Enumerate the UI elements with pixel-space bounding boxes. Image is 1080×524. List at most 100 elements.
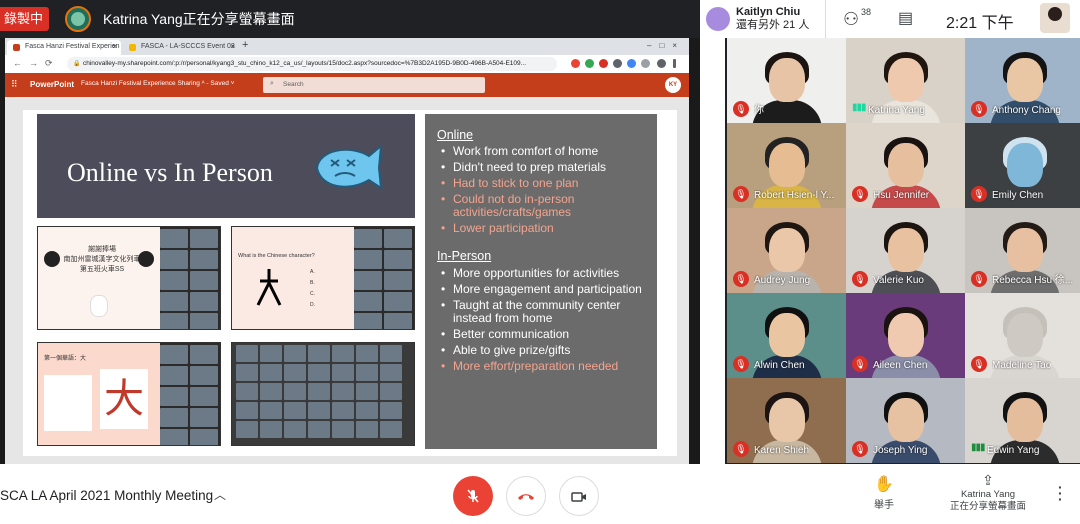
participant-name: Karen Shieh <box>754 445 810 456</box>
browser-tabstrip: Fasca Hanzi Festival Experien × FASCA - … <box>5 38 689 55</box>
speaking-icon: ▮▮▮ <box>971 442 986 453</box>
phone-hangup-icon <box>518 494 534 500</box>
raise-hand-button[interactable]: ✋ 舉手 <box>866 474 902 511</box>
browser-tab-1[interactable]: Fasca Hanzi Festival Experien × <box>7 40 121 55</box>
participant-name: Emily Chen <box>992 190 1044 201</box>
document-title[interactable]: Fasca Hanzi Festival Experience Sharing … <box>81 80 234 87</box>
participant-tile[interactable]: 🎙 Robert Hsien-l Y... <box>727 123 846 208</box>
camera-icon <box>571 492 586 502</box>
chat-button[interactable]: ▤ <box>898 8 913 28</box>
person-face <box>888 398 924 442</box>
person-face <box>888 228 924 272</box>
list-item: More engagement and participation <box>437 283 645 297</box>
mic-off-icon: 🎙 <box>852 356 868 372</box>
bear-icon <box>138 251 154 267</box>
app-launcher-icon[interactable]: ⠿ <box>11 79 21 89</box>
participant-name: Hsu Jennifer <box>873 190 930 201</box>
close-icon[interactable]: × <box>112 42 117 51</box>
window-controls[interactable]: –□× <box>647 41 685 50</box>
extension-icon[interactable] <box>585 59 594 68</box>
video-grid <box>354 229 412 329</box>
participant-tile[interactable]: 🎙 Emily Chen <box>965 123 1080 208</box>
mic-off-icon: 🎙 <box>733 356 749 372</box>
character-card: 大 <box>100 369 148 429</box>
participant-tile[interactable]: 🎙 Rebecca Hsu 徐... <box>965 208 1080 293</box>
participant-tile[interactable]: 🎙 Aileen Chen <box>846 293 965 378</box>
person-face <box>1007 228 1043 272</box>
address-bar[interactable]: 🔒 chinovalley-my.sharepoint.com/:p:/r/pe… <box>67 57 557 71</box>
list-item: Taught at the community center instead f… <box>437 299 645 325</box>
screenshot-thumbnail <box>231 342 415 446</box>
new-tab-button[interactable]: + <box>242 39 248 51</box>
list-item: Lower participation <box>437 222 645 236</box>
inperson-heading: In-Person <box>437 249 492 263</box>
user-avatar[interactable]: KY <box>665 77 681 93</box>
shared-screen: Fasca Hanzi Festival Experien × FASCA - … <box>0 38 700 464</box>
thumbnail-text: 謝謝捧場 南加州雷城漢字文化列車 第五班火車SS <box>63 246 141 273</box>
control-bar: SCA LA April 2021 Monthly Meeting ︿ ✋ 舉手 <box>0 464 1080 524</box>
participant-tile[interactable]: ▮▮▮ Katrina Yang <box>846 38 965 123</box>
person-face <box>769 228 805 272</box>
participant-name: Anthony Chang <box>992 105 1061 116</box>
participant-name: Katrina Yang <box>868 105 925 116</box>
screenshot-thumbnail: 謝謝捧場 南加州雷城漢字文化列車 第五班火車SS <box>37 226 221 330</box>
chevron-up-icon[interactable]: ︿ <box>214 486 226 503</box>
participant-grid: 🎙 你 ▮▮▮ Katrina Yang 🎙 Anthony Chang 🎙 Robert H… <box>725 38 1080 464</box>
presenting-label: 正在分享螢幕畫面 <box>949 501 1026 512</box>
close-icon[interactable]: × <box>230 42 235 51</box>
participant-name: Valerie Kuo <box>873 275 924 286</box>
extension-icon[interactable] <box>613 59 622 68</box>
online-heading: Online <box>437 128 474 142</box>
browser-tab-2[interactable]: FASCA - LA-SCCCS Event 03 × <box>123 40 239 55</box>
more-options-icon[interactable]: · · · <box>1058 480 1063 506</box>
powerpoint-icon <box>13 44 20 51</box>
bear-icon <box>44 251 60 267</box>
inperson-list: More opportunities for activities More e… <box>437 267 645 374</box>
person-face <box>1007 143 1043 187</box>
thumbnail-text: 第一個華語：大 <box>44 356 87 362</box>
participant-name: Alwin Chen <box>754 360 805 371</box>
mic-off-icon: 🎙 <box>971 356 987 372</box>
self-preview[interactable] <box>1040 3 1070 33</box>
participant-tile[interactable]: 🎙 Madeline Tao <box>965 293 1080 378</box>
slide: Online vs In Person 謝謝捧場 南加州雷城漢字文化列車 第五班… <box>23 110 677 456</box>
slide-title: Online vs In Person <box>67 158 273 187</box>
mic-off-icon: 🎙 <box>733 441 749 457</box>
video-grid <box>160 229 218 329</box>
extension-icon[interactable] <box>627 59 636 68</box>
person-face <box>888 143 924 187</box>
search-input[interactable]: ⌕ Search <box>263 77 485 93</box>
participant-tile[interactable]: 🎙 Karen Shieh <box>727 378 846 463</box>
participant-tile[interactable]: 🎙 Valerie Kuo <box>846 208 965 293</box>
extension-icon[interactable] <box>599 59 608 68</box>
participant-tile[interactable]: 🎙 你 <box>727 38 846 123</box>
participant-name: Joseph Ying <box>873 445 928 456</box>
person-face <box>1007 313 1043 357</box>
leave-call-button[interactable] <box>506 476 546 516</box>
extension-icon[interactable] <box>571 59 580 68</box>
people-button[interactable]: ⚇ 38 <box>843 7 873 29</box>
present-icon: ⇪ <box>982 472 994 488</box>
participant-tile[interactable]: 🎙 Audrey Jung <box>727 208 846 293</box>
presenting-button[interactable]: ⇪ Katrina Yang 正在分享螢幕畫面 <box>944 472 1032 513</box>
participant-tile[interactable]: ▮▮▮ Edwin Yang <box>965 378 1080 463</box>
profile-icon[interactable] <box>657 59 666 68</box>
mic-off-icon: 🎙 <box>733 271 749 287</box>
mic-off-icon: 🎙 <box>971 186 987 202</box>
participant-tile[interactable]: 🎙 Anthony Chang <box>965 38 1080 123</box>
mic-off-button[interactable] <box>453 476 493 516</box>
mic-off-icon <box>467 489 479 503</box>
screenshot-thumbnail: What is the Chinese character? A. B. C. D. <box>231 226 415 330</box>
participant-tile[interactable]: 🎙 Joseph Ying <box>846 378 965 463</box>
self-label: 你 <box>1027 26 1037 37</box>
extension-icon[interactable] <box>641 59 650 68</box>
participant-summary[interactable]: Kaitlyn Chiu 還有另外 21 人 <box>736 6 836 32</box>
participant-name: Edwin Yang <box>987 445 1040 456</box>
menu-icon[interactable] <box>673 59 676 68</box>
camera-button[interactable] <box>559 476 599 516</box>
meeting-header: Kaitlyn Chiu 還有另外 21 人 ⚇ 38 ▤ 2:21 下午 你 <box>700 0 1080 38</box>
powerpoint-header: ⠿ PowerPoint Fasca Hanzi Festival Experi… <box>5 73 689 97</box>
nav-buttons[interactable]: ←→⟳ <box>13 58 60 69</box>
participant-tile[interactable]: 🎙 Alwin Chen <box>727 293 846 378</box>
participant-tile[interactable]: 🎙 Hsu Jennifer <box>846 123 965 208</box>
